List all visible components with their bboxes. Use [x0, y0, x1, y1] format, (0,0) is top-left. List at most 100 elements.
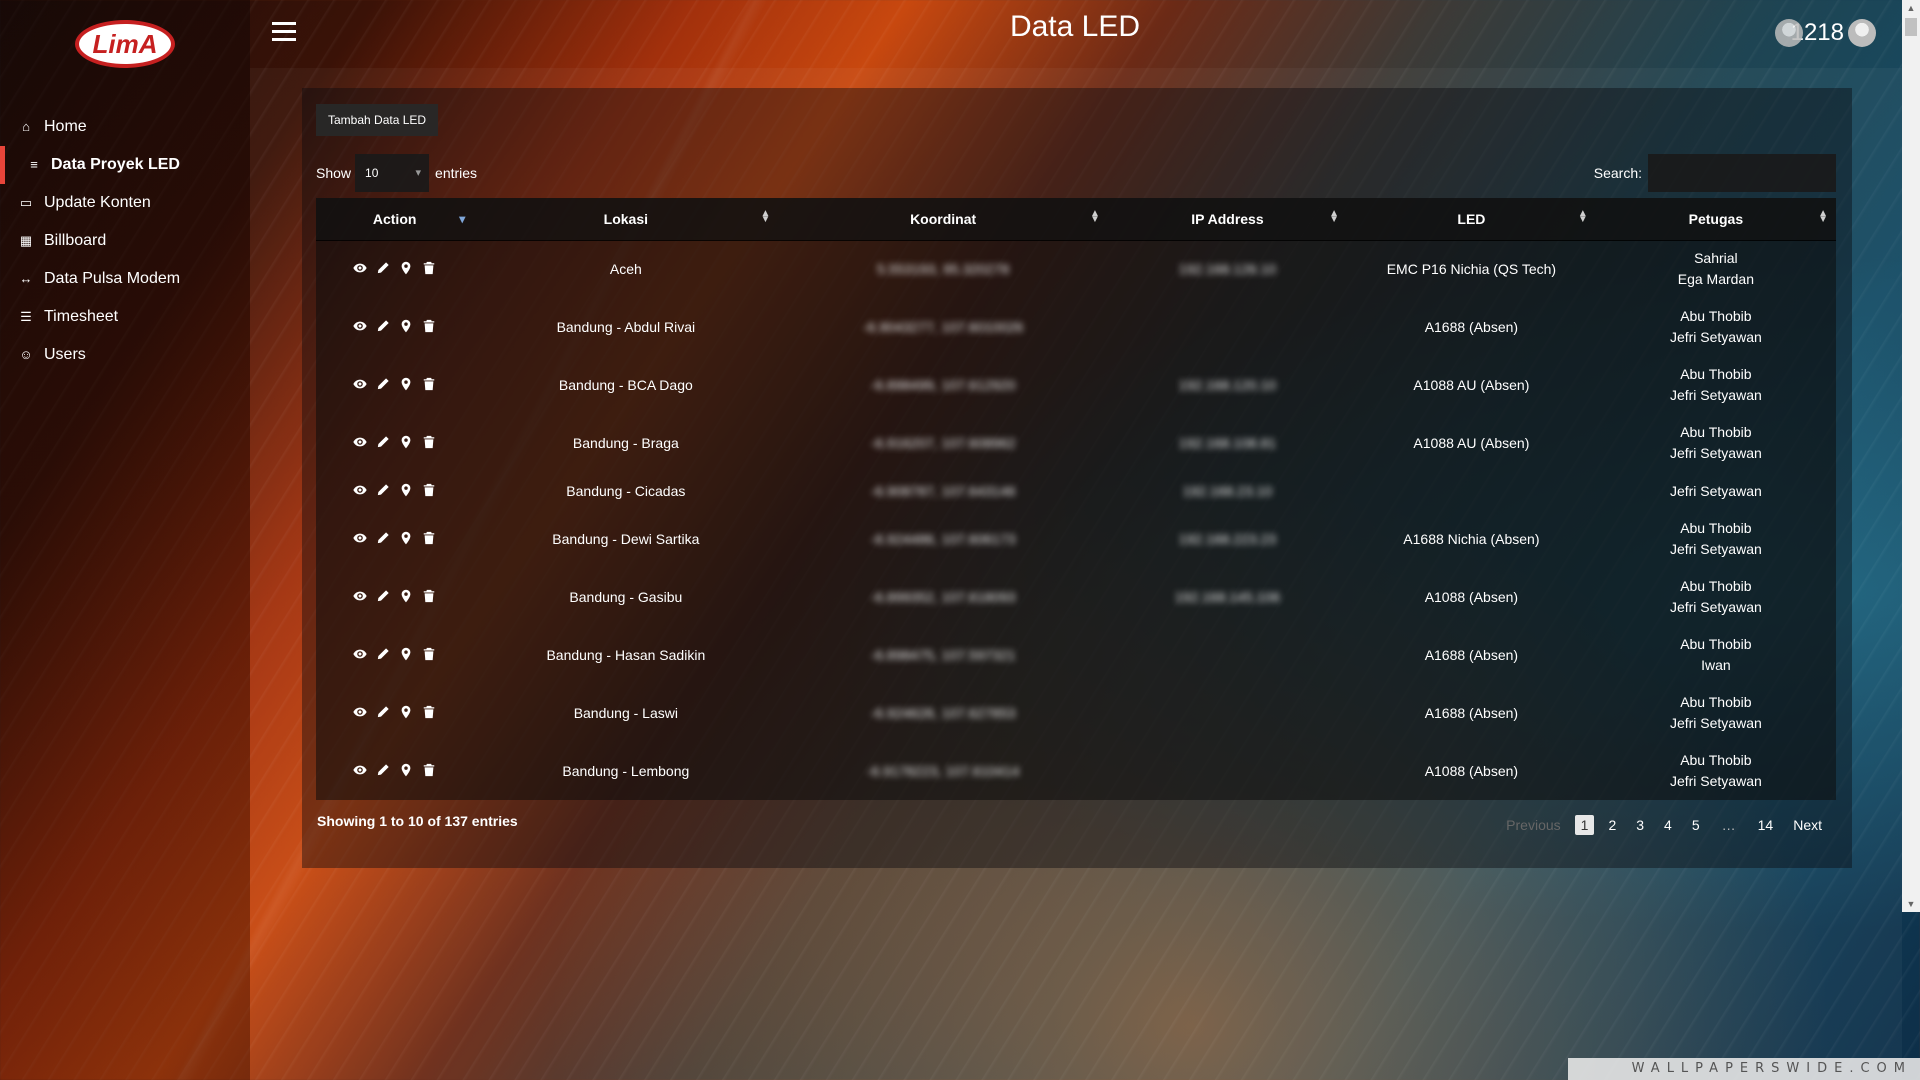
page-scrollbar[interactable]: ▲ ▼	[1902, 0, 1920, 912]
edit-icon[interactable]	[376, 705, 390, 719]
page-length-control: Show 10 entries	[316, 154, 477, 192]
delete-icon[interactable]	[422, 531, 436, 545]
sidebar-item-billboard[interactable]: ▦ Billboard	[0, 222, 250, 260]
table-row: Bandung - BCA Dago -6.898499, 107.612920 1…	[316, 356, 1836, 414]
user-menu[interactable]: 1218	[1774, 18, 1876, 48]
search-input[interactable]	[1648, 154, 1836, 192]
sidebar-item-data-proyek-led[interactable]: ≡ Data Proyek LED	[0, 146, 250, 184]
pagination-ellipsis: …	[1721, 817, 1736, 833]
cell-led	[1347, 472, 1596, 510]
location-icon[interactable]	[399, 705, 413, 719]
cell-petugas: Jefri Setyawan	[1596, 472, 1836, 510]
view-icon[interactable]	[353, 377, 367, 391]
scroll-up-icon[interactable]: ▲	[1902, 0, 1920, 16]
table-row: Bandung - Braga -6.916207, 107.608962 192.…	[316, 414, 1836, 472]
delete-icon[interactable]	[422, 261, 436, 275]
location-icon[interactable]	[399, 483, 413, 497]
sidebar-item-users[interactable]: ☺ Users	[0, 336, 250, 374]
view-icon[interactable]	[353, 531, 367, 545]
sidebar-item-update-konten[interactable]: ▭ Update Konten	[0, 184, 250, 222]
delete-icon[interactable]	[422, 435, 436, 449]
delete-icon[interactable]	[422, 705, 436, 719]
pagination-page[interactable]: 5	[1682, 813, 1710, 837]
location-icon[interactable]	[399, 435, 413, 449]
view-icon[interactable]	[353, 435, 367, 449]
sidebar-item-home[interactable]: ⌂ Home	[0, 108, 250, 146]
delete-icon[interactable]	[422, 763, 436, 777]
col-header-led[interactable]: LED ▲ ▼	[1347, 198, 1596, 241]
delete-icon[interactable]	[422, 589, 436, 603]
list-icon: ☰	[20, 309, 32, 324]
edit-icon[interactable]	[376, 647, 390, 661]
location-icon[interactable]	[399, 377, 413, 391]
pagination-next[interactable]: Next	[1783, 813, 1832, 837]
table-row: Bandung - Lembong -6.9178223, 107.610414 A…	[316, 742, 1836, 800]
edit-icon[interactable]	[376, 319, 390, 333]
sidebar-item-timesheet[interactable]: ☰ Timesheet	[0, 298, 250, 336]
cell-koordinat: -6.898475, 107.597321	[778, 626, 1108, 684]
petugas-name: Jefri Setyawan	[1669, 387, 1762, 403]
cell-lokasi-text: Bandung - Braga	[572, 435, 679, 451]
edit-icon[interactable]	[376, 377, 390, 391]
scroll-down-icon[interactable]: ▼	[1902, 896, 1920, 912]
view-icon[interactable]	[353, 647, 367, 661]
col-header-petugas[interactable]: Petugas ▲ ▼	[1595, 198, 1836, 241]
cell-ip-address-text: 192.168.145.106	[1174, 589, 1280, 605]
location-icon[interactable]	[399, 763, 413, 777]
cell-lokasi: Bandung - Hasan Sadikin	[473, 626, 778, 684]
edit-icon[interactable]	[376, 261, 390, 275]
entries-label: entries	[435, 165, 478, 181]
view-icon[interactable]	[353, 319, 367, 333]
col-header-koordinat[interactable]: Koordinat ▲ ▼	[778, 198, 1108, 241]
delete-icon[interactable]	[422, 483, 436, 497]
delete-icon[interactable]	[422, 377, 436, 391]
location-icon[interactable]	[399, 261, 413, 275]
cell-action	[316, 414, 473, 472]
col-header-action[interactable]: Action ▾	[316, 198, 474, 241]
delete-icon[interactable]	[422, 319, 436, 333]
delete-icon[interactable]	[422, 647, 436, 661]
pagination-page[interactable]: 4	[1654, 813, 1682, 837]
cell-koordinat-text: -6.924486, 107.606173	[870, 531, 1016, 547]
cell-koordinat-text: -6.899352, 107.618093	[870, 589, 1016, 605]
cell-lokasi: Bandung - Braga	[473, 414, 778, 472]
petugas-name: Abu Thobib	[1680, 366, 1752, 382]
table-header-row: Action ▾ Lokasi ▲ ▼ Koordinat ▲ ▼ IP Address ▲…	[316, 198, 1836, 241]
database-icon: ≡	[30, 157, 38, 172]
table-row: Bandung - Gasibu -6.899352, 107.618093 192…	[316, 568, 1836, 626]
edit-icon[interactable]	[376, 763, 390, 777]
sidebar-item-data-pulsa-modem[interactable]: ↔ Data Pulsa Modem	[0, 260, 250, 298]
edit-icon[interactable]	[376, 435, 390, 449]
pagination-previous[interactable]: Previous	[1496, 813, 1570, 837]
page-length-select[interactable]: 10	[355, 154, 430, 192]
pagination-page[interactable]: 3	[1626, 813, 1654, 837]
view-icon[interactable]	[353, 705, 367, 719]
view-icon[interactable]	[353, 589, 367, 603]
edit-icon[interactable]	[376, 589, 390, 603]
user-avatar-icon[interactable]	[1848, 19, 1876, 47]
cell-led: A1688 (Absen)	[1347, 626, 1596, 684]
add-led-button[interactable]: Tambah Data LED	[316, 104, 439, 136]
view-icon[interactable]	[353, 261, 367, 275]
location-icon[interactable]	[399, 647, 413, 661]
view-icon[interactable]	[353, 763, 367, 777]
sidebar-item-label: Billboard	[44, 232, 107, 249]
edit-icon[interactable]	[376, 531, 390, 545]
edit-icon[interactable]	[376, 483, 390, 497]
pagination-page[interactable]: 1	[1574, 815, 1595, 835]
col-header-lokasi[interactable]: Lokasi ▲ ▼	[473, 198, 779, 241]
location-icon[interactable]	[399, 531, 413, 545]
petugas-name: Sahrial	[1694, 250, 1738, 267]
location-icon[interactable]	[399, 589, 413, 603]
sidebar-nav: ⌂ Home ≡ Data Proyek LED ▭ Update Konten ▦ Bill…	[0, 108, 250, 374]
scroll-thumb[interactable]	[1905, 18, 1917, 36]
view-icon[interactable]	[353, 483, 367, 497]
location-icon[interactable]	[399, 319, 413, 333]
col-header-ip-address[interactable]: IP Address ▲ ▼	[1107, 198, 1348, 241]
cell-lokasi-text: Bandung - Hasan Sadikin	[546, 647, 706, 663]
pagination-page[interactable]: 14	[1748, 813, 1784, 837]
users-icon: ☺	[19, 347, 33, 362]
pagination-page[interactable]: 2	[1598, 813, 1626, 837]
avatar-icon	[1774, 19, 1803, 47]
petugas-name: Jefri Setyawan	[1669, 445, 1762, 461]
